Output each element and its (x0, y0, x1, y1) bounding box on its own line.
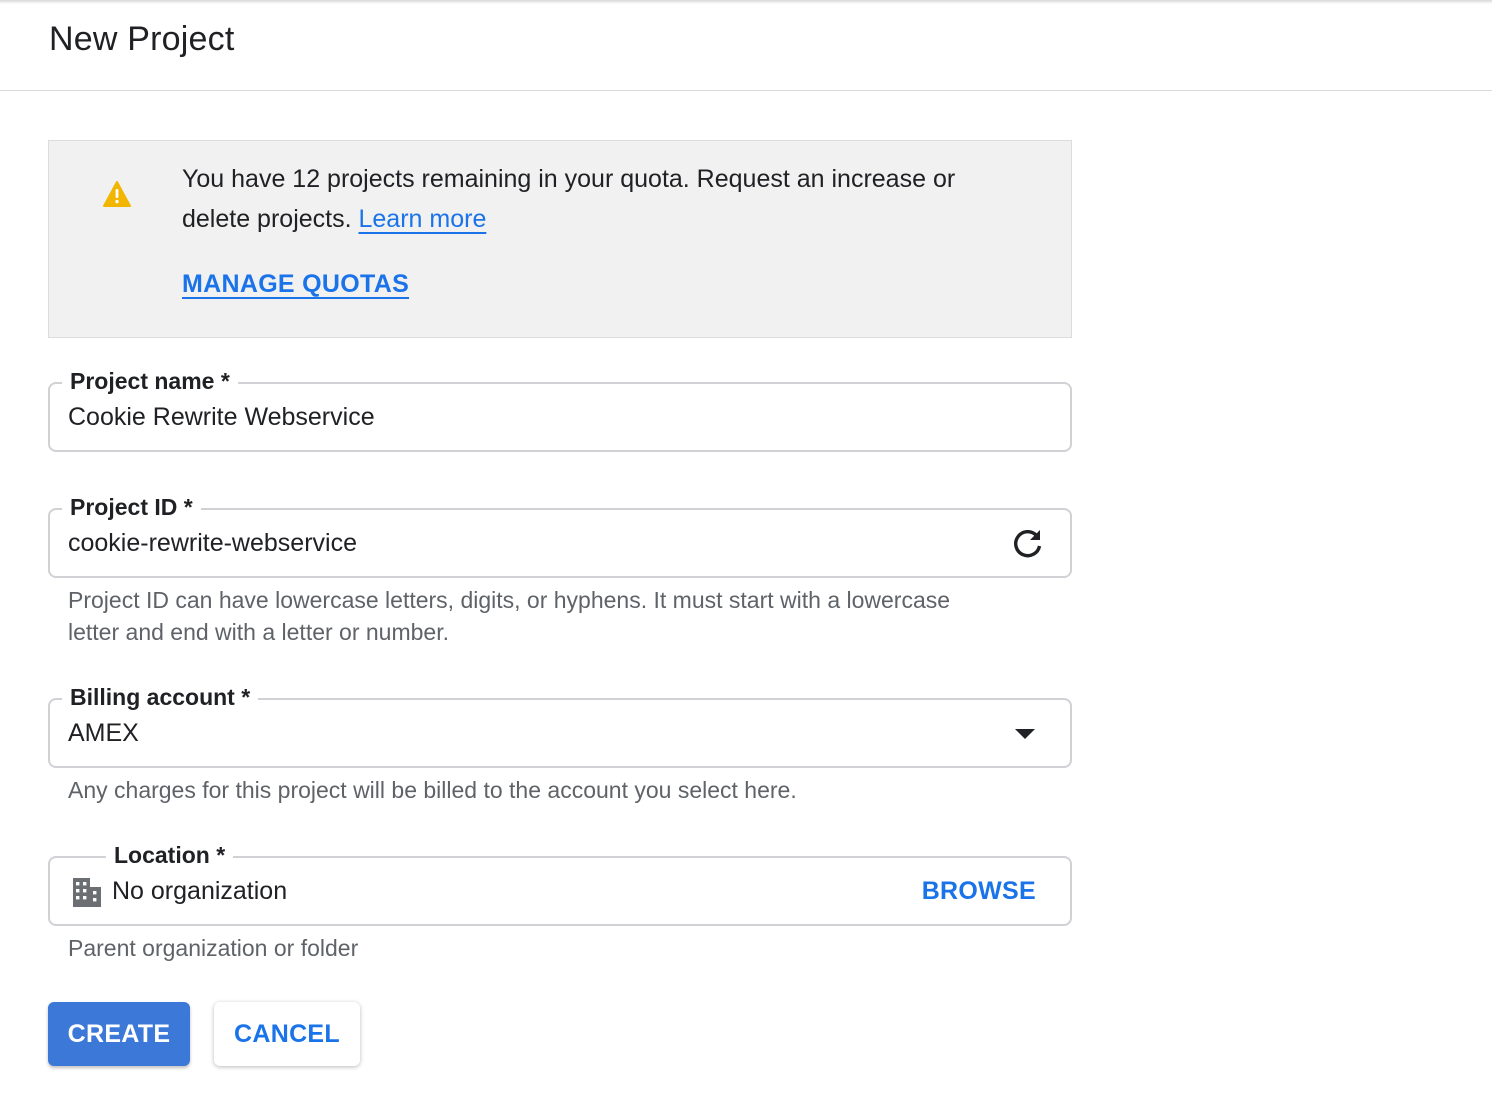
location-label: Location * (106, 839, 234, 871)
manage-quotas-link[interactable]: MANAGE QUOTAS (182, 270, 409, 299)
location-value: No organization (112, 877, 288, 905)
project-name-input[interactable]: Cookie Rewrite Webservice (68, 400, 375, 434)
header: New Project (0, 0, 1492, 91)
page-title: New Project (49, 20, 235, 58)
building-icon (73, 878, 101, 907)
billing-account-hint: Any charges for this project will be bil… (68, 777, 797, 803)
billing-account-label: Billing account * (62, 681, 259, 713)
project-id-hint: Project ID can have lowercase letters, d… (68, 584, 950, 648)
refresh-icon[interactable] (1010, 526, 1046, 562)
quota-notice: You have 12 projects remaining in your q… (48, 140, 1072, 338)
quota-message: You have 12 projects remaining in your q… (182, 159, 1022, 239)
project-id-hint-line2: letter and end with a letter or number. (68, 619, 449, 645)
project-id-label: Project ID * (62, 491, 201, 523)
learn-more-link[interactable]: Learn more (359, 205, 487, 233)
project-name-label: Project name * (62, 365, 238, 397)
project-id-field[interactable]: Project ID * cookie-rewrite-webservice (48, 491, 1072, 578)
location-field[interactable]: Location * No organization BROWSE (48, 839, 1072, 926)
project-id-hint-line1: Project ID can have lowercase letters, d… (68, 587, 951, 613)
project-id-input[interactable]: cookie-rewrite-webservice (68, 526, 357, 560)
location-hint: Parent organization or folder (68, 935, 359, 961)
billing-account-value[interactable]: AMEX (68, 716, 139, 750)
browse-button[interactable]: BROWSE (922, 874, 1036, 908)
warning-icon (103, 181, 131, 207)
billing-account-select[interactable]: Billing account * AMEX (48, 681, 1072, 768)
cancel-button[interactable]: CANCEL (214, 1002, 360, 1066)
project-name-field[interactable]: Project name * Cookie Rewrite Webservice (48, 365, 1072, 452)
dropdown-arrow-icon[interactable] (1014, 728, 1036, 740)
quota-message-text: You have 12 projects remaining in your q… (182, 165, 956, 233)
create-button[interactable]: CREATE (48, 1002, 190, 1066)
